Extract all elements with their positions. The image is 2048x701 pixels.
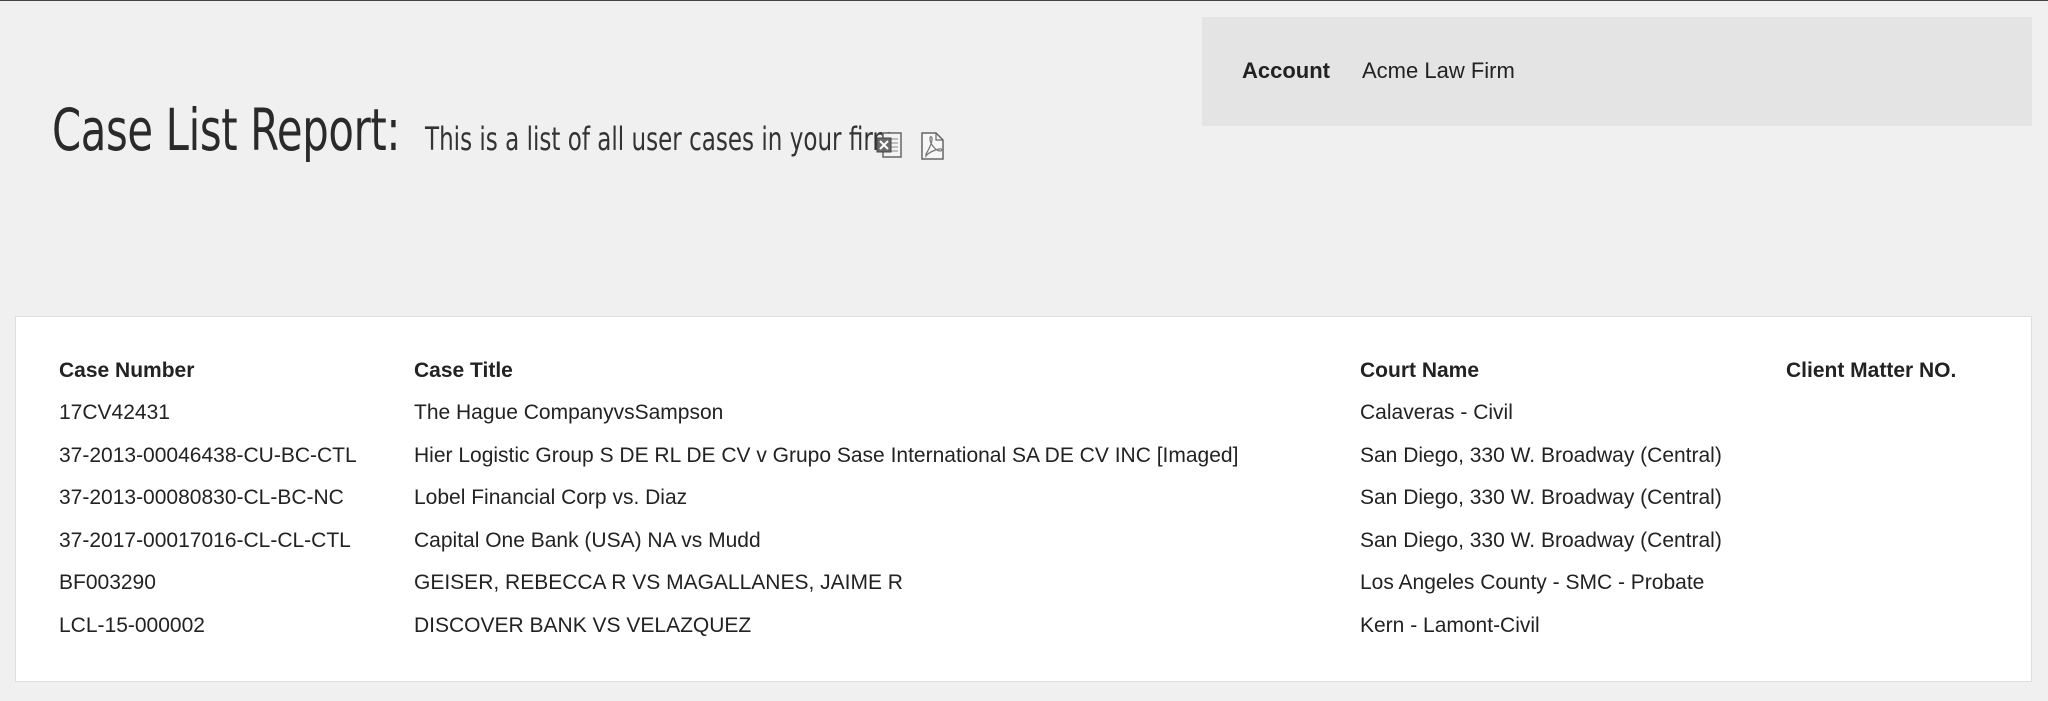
top-border (0, 0, 2048, 1)
client-matter-cell (1786, 562, 1986, 605)
court-name-cell: San Diego, 330 W. Broadway (Central) (1360, 443, 1722, 467)
case-list-card: Case Number Case Title Court Name Client… (15, 316, 2032, 682)
court-name-cell: San Diego, 330 W. Broadway (Central) (1360, 528, 1722, 552)
client-matter-cell (1786, 477, 1986, 520)
table-row[interactable]: LCL-15-000002 DISCOVER BANK VS VELAZQUEZ… (59, 605, 1986, 648)
case-table: Case Number Case Title Court Name Client… (59, 350, 1986, 647)
account-panel: Account Acme Law Firm (1202, 17, 2032, 126)
case-number-cell: 37-2017-00017016-CL-CL-CTL (59, 528, 351, 552)
table-header-row: Case Number Case Title Court Name Client… (59, 350, 1986, 392)
account-label: Account (1242, 58, 1330, 83)
client-matter-cell (1786, 605, 1986, 648)
page-subtitle: This is a list of all user cases in your… (425, 120, 895, 158)
court-name-cell: Los Angeles County - SMC - Probate (1360, 571, 1705, 595)
case-title-cell: Lobel Financial Corp vs. Diaz (414, 486, 688, 510)
case-number-cell: LCL-15-000002 (59, 613, 205, 637)
case-number-cell: 37-2013-00080830-CL-BC-NC (59, 486, 344, 510)
table-row[interactable]: 17CV42431 The Hague CompanyvsSampson Cal… (59, 392, 1986, 435)
table-row[interactable]: 37-2013-00046438-CU-BC-CTL Hier Logistic… (59, 435, 1986, 478)
report-header: Case List Report: This is a list of all … (52, 96, 895, 164)
case-title-cell: Hier Logistic Group S DE RL DE CV v Grup… (414, 443, 1239, 467)
page-title: Case List Report: (52, 96, 401, 164)
account-name: Acme Law Firm (1362, 58, 1515, 83)
client-matter-cell (1786, 435, 1986, 478)
court-name-cell: San Diego, 330 W. Broadway (Central) (1360, 486, 1722, 510)
table-row[interactable]: 37-2013-00080830-CL-BC-NC Lobel Financia… (59, 477, 1986, 520)
column-header-case-number[interactable]: Case Number (59, 350, 414, 392)
column-header-case-title[interactable]: Case Title (414, 350, 1360, 392)
column-header-court-name[interactable]: Court Name (1360, 350, 1786, 392)
export-toolbar (875, 131, 947, 161)
client-matter-cell (1786, 392, 1986, 435)
case-title-cell: DISCOVER BANK VS VELAZQUEZ (414, 613, 752, 637)
client-matter-cell (1786, 520, 1986, 563)
court-name-cell: Calaveras - Civil (1360, 401, 1513, 425)
column-header-client-matter[interactable]: Client Matter NO. (1786, 350, 1986, 392)
case-title-cell: The Hague CompanyvsSampson (414, 401, 724, 425)
table-row[interactable]: BF003290 GEISER, REBECCA R VS MAGALLANES… (59, 562, 1986, 605)
pdf-export-icon[interactable] (917, 131, 947, 161)
case-number-cell: 17CV42431 (59, 401, 170, 425)
table-row[interactable]: 37-2017-00017016-CL-CL-CTL Capital One B… (59, 520, 1986, 563)
case-title-cell: Capital One Bank (USA) NA vs Mudd (414, 528, 761, 552)
case-number-cell: 37-2013-00046438-CU-BC-CTL (59, 443, 357, 467)
court-name-cell: Kern - Lamont-Civil (1360, 613, 1540, 637)
case-number-cell: BF003290 (59, 571, 156, 595)
case-title-cell: GEISER, REBECCA R VS MAGALLANES, JAIME R (414, 571, 903, 595)
excel-export-icon[interactable] (875, 131, 905, 161)
